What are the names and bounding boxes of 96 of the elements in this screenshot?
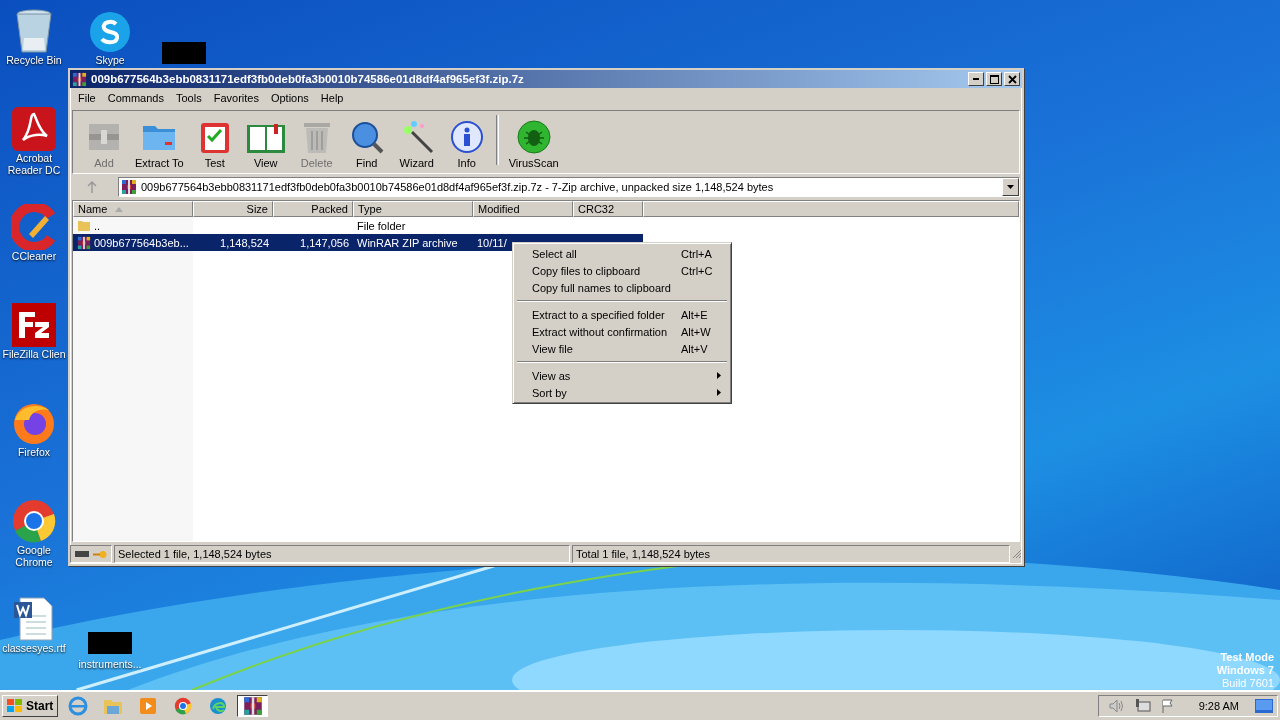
context-menu-item[interactable]: Copy full names to clipboard: [515, 279, 729, 296]
file-row[interactable]: .. File folder: [73, 217, 643, 234]
desktop-icon-label[interactable]: Recycle Bin: [6, 54, 62, 66]
os-watermark-text: Build 7601: [1222, 677, 1274, 690]
table-cell: WinRAR ZIP archive: [357, 236, 458, 249]
column-header[interactable]: Modified: [473, 201, 573, 217]
bug-icon: [516, 120, 551, 154]
desktop-icon-label[interactable]: CCleaner: [11, 250, 57, 262]
submenu-arrow-icon: [717, 372, 721, 379]
table-cell: 10/11/: [477, 236, 507, 249]
clock[interactable]: 9:28 AM: [1198, 700, 1239, 712]
toolbar-button[interactable]: Extract To: [129, 115, 190, 169]
column-header[interactable]: CRC32: [573, 201, 643, 217]
menu-item[interactable]: Favorites: [207, 90, 265, 108]
minimize-icon: [973, 78, 979, 80]
trash-icon: [301, 120, 332, 154]
table-cell: ..: [94, 219, 101, 232]
status-text: Total 1 file, 1,148,524 bytes: [572, 545, 1010, 563]
show-desktop-icon[interactable]: [1255, 699, 1273, 713]
toolbar-button[interactable]: VirusScan: [502, 115, 565, 169]
toolbar-button[interactable]: Test: [189, 115, 240, 169]
browser-icon: [67, 696, 88, 716]
start-button[interactable]: Start: [2, 695, 59, 717]
dropdown-button[interactable]: [1002, 178, 1019, 196]
toolbar-button[interactable]: View: [239, 115, 292, 169]
window-title: 009b677564b3ebb0831171edf3fb0deb0fa3b0010b74586e01d8df4af965ef3f.zip.7z: [91, 73, 525, 85]
redacted-icon: [162, 42, 206, 64]
media-player-icon: [138, 697, 157, 715]
context-menu-item[interactable]: Sort by: [515, 384, 729, 401]
desktop-icon-label[interactable]: FileZilla Clien: [2, 348, 66, 360]
column-header[interactable]: Type: [353, 201, 473, 217]
network-icon[interactable]: [1134, 699, 1151, 713]
taskbar-app-button[interactable]: [237, 695, 269, 717]
up-arrow-icon: [87, 181, 97, 193]
toolbar-button[interactable]: Find: [341, 115, 392, 169]
book-icon: [245, 122, 286, 154]
menu-item[interactable]: Tools: [170, 90, 208, 108]
column-header[interactable]: Size: [193, 201, 273, 217]
archive-icon: [72, 71, 87, 87]
pdf-reader-icon: [11, 106, 57, 152]
redacted-icon: [88, 632, 132, 654]
chrome-icon: [173, 697, 192, 715]
table-cell: File folder: [357, 219, 406, 232]
key-icon: [93, 549, 107, 559]
context-menu-item[interactable]: View file Alt+V: [515, 340, 729, 357]
toolbar-button[interactable]: Info: [441, 115, 492, 169]
context-menu-item[interactable]: Extract to a specified folder Alt+E: [515, 306, 729, 323]
maximize-button[interactable]: [986, 72, 1002, 86]
menu-item[interactable]: File: [72, 90, 102, 108]
table-cell: 1,147,056: [300, 236, 349, 249]
os-watermark-text: Windows 7: [1216, 664, 1274, 677]
recycle-bin-icon: [14, 8, 54, 54]
folder-icon: [77, 219, 91, 232]
clipboard-icon: [198, 120, 231, 154]
context-menu-item[interactable]: Extract without confirmation Alt+W: [515, 323, 729, 340]
status-text: Selected 1 file, 1,148,524 bytes: [114, 545, 570, 563]
desktop-icon-label[interactable]: Firefox: [17, 446, 51, 458]
minimize-button[interactable]: [968, 72, 984, 86]
menu-item[interactable]: Options: [264, 90, 315, 108]
filezilla-icon: [11, 302, 57, 348]
skype-icon: [88, 10, 132, 54]
address-field[interactable]: 009b677564b3ebb0831171edf3fb0deb0fa3b0010b74586e01d8df4af965ef3f.zip.7z - 7-Zip archive, unpacked size 1,148,524 bytes: [118, 177, 1020, 197]
menu-item[interactable]: Help: [314, 90, 350, 108]
desktop-icon-label[interactable]: Google Chrome: [0, 544, 68, 568]
context-menu-item[interactable]: View as: [515, 367, 729, 384]
caret-icon: [1007, 185, 1014, 189]
close-button[interactable]: [1004, 72, 1020, 86]
column-header[interactable]: Packed: [273, 201, 353, 217]
column-header[interactable]: Name: [73, 201, 193, 217]
close-icon: [1007, 74, 1017, 84]
search-icon: [349, 120, 384, 154]
folder-icon: [102, 697, 123, 715]
menu-item[interactable]: Commands: [101, 90, 170, 108]
document-icon: [12, 596, 56, 642]
toolbar-button[interactable]: Wizard: [391, 115, 442, 169]
submenu-arrow-icon: [717, 389, 721, 396]
sort-arrow-icon: [115, 206, 124, 212]
table-cell: 009b677564b3eb...: [94, 236, 189, 249]
edge-icon: [208, 697, 227, 715]
maximize-icon: [989, 74, 999, 84]
context-menu-item[interactable]: Copy files to clipboard Ctrl+C: [515, 262, 729, 279]
archive-icon: [242, 696, 263, 716]
table-cell: 1,148,524: [220, 236, 269, 249]
archive-icon: [121, 179, 137, 195]
info-icon: [449, 120, 484, 154]
os-watermark-text: Test Mode: [1220, 651, 1274, 664]
chrome-icon: [11, 498, 57, 544]
resize-grip-icon: [1012, 549, 1022, 559]
ccleaner-icon: [11, 204, 57, 250]
drive-icon: [75, 551, 89, 557]
windows-logo-icon: [7, 699, 23, 713]
flag-icon[interactable]: [1160, 699, 1175, 713]
desktop-icon-label[interactable]: Acrobat Reader DC: [0, 152, 68, 176]
desktop-icon-label[interactable]: Skype: [95, 54, 125, 66]
speaker-icon[interactable]: [1108, 699, 1125, 713]
archive-icon: [77, 235, 91, 250]
